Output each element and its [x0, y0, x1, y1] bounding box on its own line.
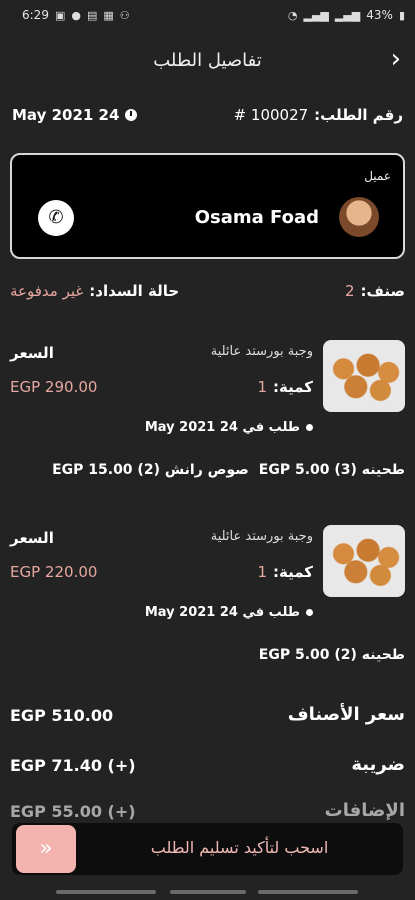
payment-status-value: غير مدفوعة	[10, 282, 84, 300]
item-addons: طحينه EGP 5.00 (3) صوص رانش EGP 15.00 (2…	[52, 462, 405, 478]
bullet-icon	[306, 424, 313, 431]
image-icon: ▤	[86, 8, 98, 22]
addon: صوص رانش EGP 15.00 (2)	[52, 462, 249, 478]
item-quantity: كمية: 1	[257, 563, 313, 581]
order-number-label: رقم الطلب:	[314, 106, 403, 124]
customer-label: عميل	[364, 169, 391, 183]
order-item: وجبة بورستد عائلية السعر كمية: 1 EGP 220…	[10, 525, 405, 675]
ordered-text: طلب في 24 May 2021	[144, 605, 300, 620]
quantity-value: 1	[257, 563, 267, 581]
bullet-icon	[306, 609, 313, 616]
status-bar: 6:29 ▣ ● ▤ ▦ ⚇ ◔ ▂▄▆ ▂▄▆ 43% ▮	[0, 0, 415, 32]
tax-label: ضريبة	[351, 754, 405, 775]
slide-label: اسحب لتأكيد تسليم الطلب	[150, 838, 329, 857]
page-title: تفاصيل الطلب	[153, 50, 262, 71]
item-image	[323, 340, 405, 412]
item-ordered-date: طلب في 24 May 2021	[145, 420, 313, 435]
payment-status-label: حالة السداد:	[89, 282, 180, 300]
price-label: السعر	[10, 529, 54, 547]
order-date: May 2021 24	[12, 106, 120, 124]
addon: طحينه EGP 5.00 (2)	[258, 647, 405, 663]
customer-card: عميل Osama Foad ✆	[10, 153, 405, 259]
items-total-row: سعر الأصناف EGP 510.00	[10, 704, 405, 734]
quantity-label: كمية:	[273, 378, 313, 396]
double-chevron-icon[interactable]: »	[16, 825, 76, 873]
nav-indicator	[56, 890, 156, 894]
battery-level: 43%	[366, 8, 393, 22]
header: تفاصيل الطلب ›	[0, 42, 415, 82]
item-price: EGP 220.00	[10, 563, 98, 581]
item-quantity: كمية: 1	[257, 378, 313, 396]
quantity-value: 1	[257, 378, 267, 396]
item-name: وجبة بورستد عائلية	[210, 344, 313, 359]
item-name: وجبة بورستد عائلية	[210, 529, 313, 544]
customer-name: Osama Foad	[194, 207, 319, 228]
signal-icon: ▂▄▆	[303, 8, 329, 22]
tax-value: EGP 71.40 (+)	[10, 756, 136, 775]
chat-icon: ●	[71, 8, 81, 22]
phone-icon[interactable]: ✆	[38, 200, 74, 236]
slide-confirm-bar[interactable]: » اسحب لتأكيد تسليم الطلب	[12, 823, 403, 875]
item-ordered-date: طلب في 24 May 2021	[145, 605, 313, 620]
status-time: 6:29	[22, 8, 49, 22]
clock-icon	[125, 109, 138, 121]
item-image	[323, 525, 405, 597]
item-price: EGP 290.00	[10, 378, 98, 396]
bot-icon: ⚇	[119, 8, 130, 22]
message-icon: ▣	[54, 8, 66, 22]
payment-row: صنف: 2 حالة السداد: غير مدفوعة	[10, 282, 405, 306]
item-addons: طحينه EGP 5.00 (2)	[259, 647, 405, 663]
extras-label: الإضافات	[324, 800, 405, 821]
category-label: صنف:	[360, 282, 405, 300]
price-label: السعر	[10, 344, 54, 362]
signal-icon-2: ▂▄▆	[334, 8, 361, 22]
items-total-value: EGP 510.00	[10, 706, 114, 725]
wifi-icon: ◔	[287, 8, 298, 22]
nav-indicator	[258, 890, 358, 894]
order-meta: May 2021 24 رقم الطلب: # 100027	[12, 106, 403, 128]
category-count: 2	[344, 282, 355, 300]
battery-icon: ▮	[398, 8, 405, 22]
tax-row: ضريبة EGP 71.40 (+)	[10, 754, 405, 784]
ordered-text: طلب في 24 May 2021	[144, 420, 300, 435]
quantity-label: كمية:	[273, 563, 313, 581]
addon: طحينه EGP 5.00 (3)	[258, 462, 405, 478]
chevron-right-icon[interactable]: ›	[391, 46, 401, 72]
extras-value: EGP 55.00 (+)	[10, 802, 136, 821]
order-number: # 100027	[233, 106, 309, 124]
avatar	[339, 197, 379, 237]
order-item: وجبة بورستد عائلية السعر كمية: 1 EGP 290…	[10, 340, 405, 500]
items-total-label: سعر الأصناف	[287, 704, 405, 725]
nav-indicator	[170, 890, 246, 894]
image-icon-2: ▦	[103, 8, 114, 22]
